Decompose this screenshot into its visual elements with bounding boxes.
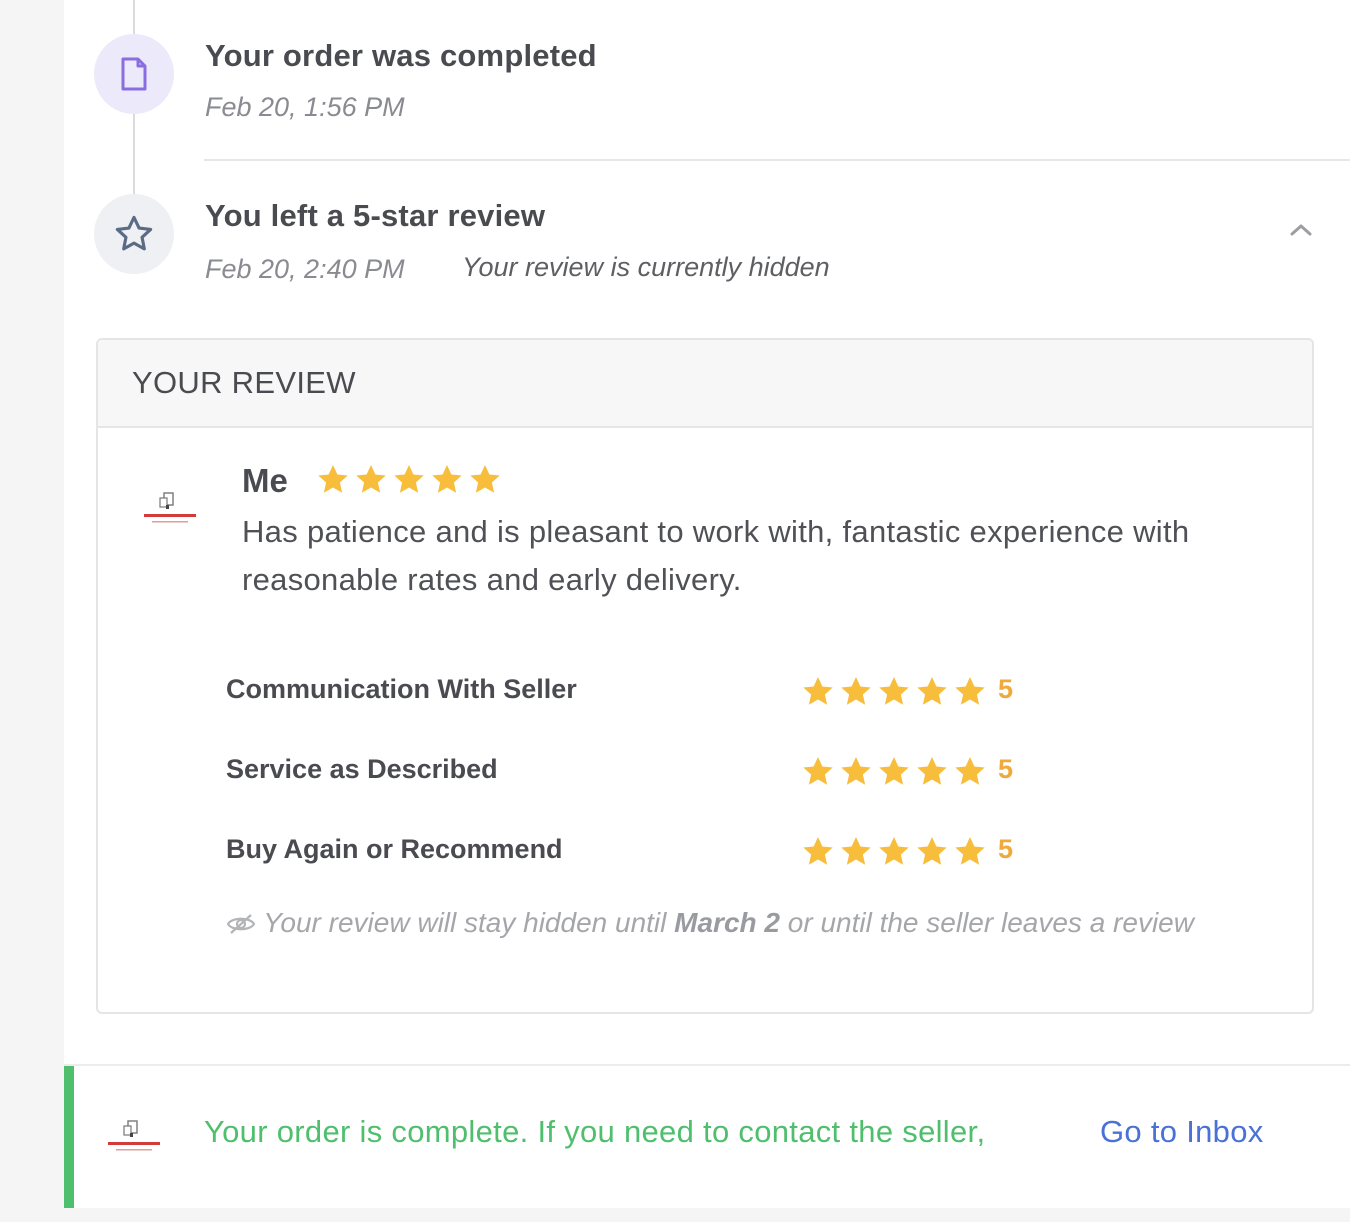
review-text: Has patience and is pleasant to work wit… (242, 514, 1190, 597)
rating-label-recommend: Buy Again or Recommend (226, 834, 563, 864)
seller-avatar (104, 1118, 164, 1162)
star-icon (917, 837, 947, 865)
star-icon (394, 465, 424, 493)
star-icon (841, 757, 871, 785)
star-icon (955, 757, 985, 785)
review-hidden-notice: Your review will stay hidden until March… (226, 906, 1216, 939)
order-completed-title: Your order was completed (205, 38, 597, 73)
star-icon (841, 677, 871, 705)
star-icon (356, 465, 386, 493)
review-left-badge (94, 194, 174, 274)
timeline-line-middle (133, 114, 135, 194)
star-icon (841, 837, 871, 865)
eye-slash-icon (226, 914, 256, 934)
collapse-review-button[interactable] (1286, 214, 1316, 244)
hidden-notice-date: March 2 (674, 907, 780, 938)
timeline-divider (204, 159, 1350, 161)
star-outline-icon (115, 215, 153, 251)
rating-stars-recommend (800, 834, 988, 870)
star-icon (470, 465, 500, 493)
star-icon (955, 677, 985, 705)
rating-stars-service (800, 754, 988, 790)
chevron-up-icon (1290, 224, 1312, 236)
rating-value-recommend: 5 (998, 834, 1014, 864)
reviewer-name: Me (242, 462, 288, 499)
star-icon (879, 757, 909, 785)
document-icon (121, 57, 147, 91)
star-icon (803, 837, 833, 865)
rating-label-communication: Communication With Seller (226, 674, 577, 704)
star-icon (318, 465, 348, 493)
star-icon (803, 677, 833, 705)
timeline-line-top (133, 0, 135, 34)
review-card-title: YOUR REVIEW (132, 365, 356, 400)
success-accent-bar (64, 1066, 74, 1208)
overall-rating-stars (315, 462, 503, 498)
order-completed-date: Feb 20, 1:56 PM (205, 92, 405, 122)
hidden-notice-prefix: Your review will stay hidden until (263, 907, 675, 938)
star-icon (803, 757, 833, 785)
star-icon (432, 465, 462, 493)
rating-value-service: 5 (998, 754, 1014, 784)
order-completed-badge (94, 34, 174, 114)
go-to-inbox-link[interactable]: Go to Inbox (1100, 1114, 1264, 1150)
review-card-header: YOUR REVIEW (98, 340, 1312, 428)
reviewer-avatar (140, 490, 200, 534)
hidden-notice-suffix: or until the seller leaves a review (779, 907, 1194, 938)
review-left-title: You left a 5-star review (205, 198, 546, 233)
star-icon (879, 837, 909, 865)
rating-stars-communication (800, 674, 988, 710)
star-icon (917, 757, 947, 785)
review-hidden-status: Your review is currently hidden (462, 252, 830, 282)
review-left-date: Feb 20, 2:40 PM (205, 254, 405, 284)
star-icon (879, 677, 909, 705)
rating-label-service: Service as Described (226, 754, 498, 784)
star-icon (917, 677, 947, 705)
order-complete-message: Your order is complete. If you need to c… (204, 1114, 986, 1149)
footer-divider (64, 1064, 1350, 1066)
star-icon (955, 837, 985, 865)
rating-value-communication: 5 (998, 674, 1014, 704)
